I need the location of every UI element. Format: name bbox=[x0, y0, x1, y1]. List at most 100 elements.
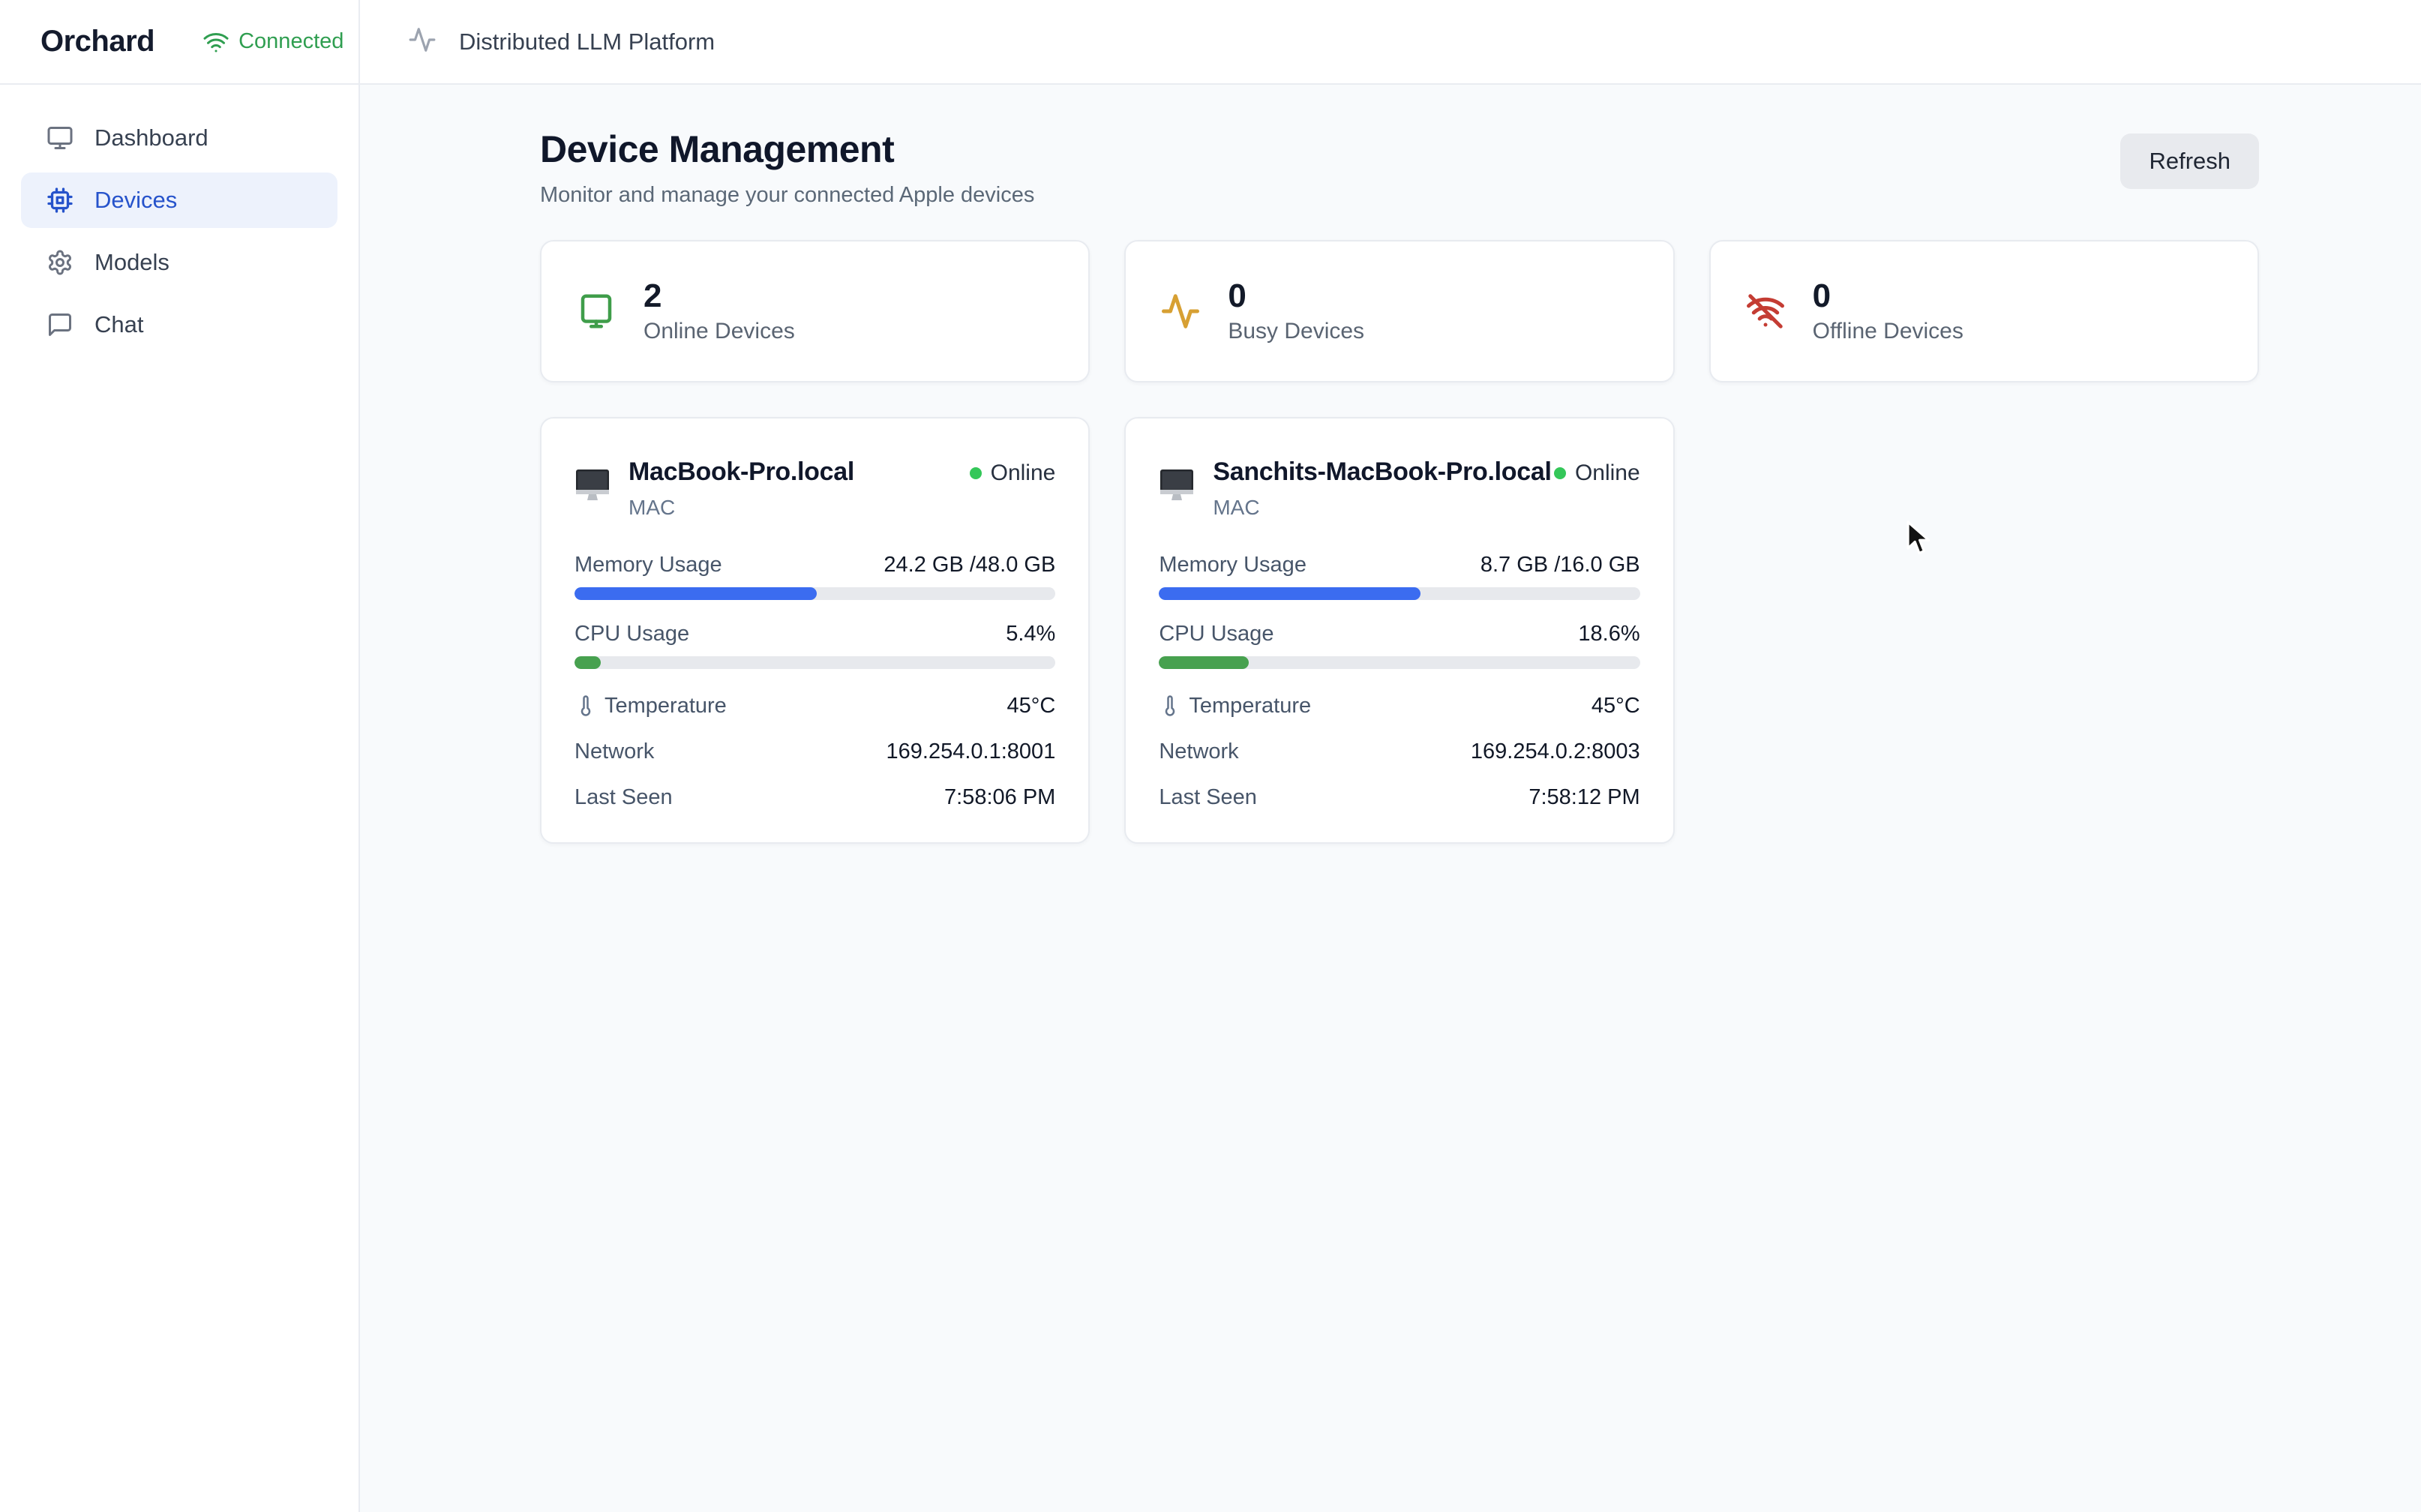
device-stats: Memory Usage 8.7 GB /16.0 GB CPU Usage 1… bbox=[1159, 553, 1640, 812]
imac-device-icon bbox=[1159, 466, 1195, 520]
monitor-icon bbox=[46, 124, 74, 152]
monitor-online-icon bbox=[576, 291, 616, 332]
device-name: MacBook-Pro.local bbox=[628, 458, 854, 487]
device-identity: Sanchits-MacBook-Pro.local MAC bbox=[1159, 458, 1551, 520]
refresh-button[interactable]: Refresh bbox=[2120, 134, 2259, 189]
cpu-usage-label: CPU Usage bbox=[574, 622, 689, 646]
device-type: MAC bbox=[1213, 496, 1551, 520]
summary-text-block: 0 Offline Devices bbox=[1813, 278, 1964, 344]
connection-status-label: Connected bbox=[238, 29, 344, 54]
device-card-header: Sanchits-MacBook-Pro.local MAC Online bbox=[1159, 458, 1640, 520]
page-header: Device Management Monitor and manage you… bbox=[540, 128, 2259, 208]
page-subtitle: Monitor and manage your connected Apple … bbox=[540, 183, 1034, 208]
sidebar: Dashboard Devices Models Chat bbox=[0, 85, 360, 1512]
memory-usage-row: Memory Usage 8.7 GB /16.0 GB bbox=[1159, 553, 1640, 600]
memory-usage-value: 8.7 GB /16.0 GB bbox=[1480, 553, 1640, 578]
cpu-icon bbox=[46, 187, 74, 214]
summary-text-block: 0 Busy Devices bbox=[1228, 278, 1364, 344]
online-devices-label: Online Devices bbox=[644, 319, 795, 344]
sidebar-item-devices[interactable]: Devices bbox=[21, 172, 338, 228]
device-card-sanchits-macbook-pro: Sanchits-MacBook-Pro.local MAC Online Me… bbox=[1124, 417, 1674, 844]
device-cards-row: MacBook-Pro.local MAC Online Memory Usag… bbox=[540, 417, 2259, 844]
connection-status: Connected bbox=[202, 28, 344, 56]
cpu-progress-fill bbox=[574, 656, 601, 669]
page-title: Device Management bbox=[540, 128, 1034, 171]
device-status-badge: Online bbox=[1554, 460, 1640, 486]
sidebar-item-chat[interactable]: Chat bbox=[21, 297, 338, 352]
memory-progress-fill bbox=[574, 587, 817, 600]
busy-devices-count: 0 bbox=[1228, 278, 1364, 314]
temperature-value: 45°C bbox=[1592, 694, 1640, 718]
main-content: Device Management Monitor and manage you… bbox=[362, 85, 2421, 1512]
thermometer-icon bbox=[574, 694, 597, 717]
online-devices-card: 2 Online Devices bbox=[540, 240, 1090, 382]
memory-usage-value: 24.2 GB /48.0 GB bbox=[884, 553, 1055, 578]
sidebar-item-models[interactable]: Models bbox=[21, 235, 338, 290]
network-value: 169.254.0.2:8003 bbox=[1471, 740, 1640, 764]
last-seen-value: 7:58:06 PM bbox=[944, 785, 1055, 810]
network-value: 169.254.0.1:8001 bbox=[886, 740, 1056, 764]
memory-usage-label: Memory Usage bbox=[1159, 553, 1306, 578]
memory-progress-fill bbox=[1159, 587, 1420, 600]
page-title-block: Device Management Monitor and manage you… bbox=[540, 128, 1034, 208]
busy-devices-card: 0 Busy Devices bbox=[1124, 240, 1674, 382]
device-stats: Memory Usage 24.2 GB /48.0 GB CPU Usage … bbox=[574, 553, 1055, 812]
sidebar-item-label: Devices bbox=[94, 187, 177, 214]
sidebar-item-label: Dashboard bbox=[94, 124, 208, 152]
network-label: Network bbox=[1159, 740, 1238, 764]
last-seen-value: 7:58:12 PM bbox=[1528, 785, 1640, 810]
temperature-label: Temperature bbox=[1159, 694, 1311, 718]
network-row: Network 169.254.0.1:8001 bbox=[574, 736, 1055, 766]
cpu-progress-track bbox=[574, 656, 1055, 669]
offline-devices-count: 0 bbox=[1813, 278, 1964, 314]
sidebar-item-label: Models bbox=[94, 249, 170, 276]
cpu-progress-track bbox=[1159, 656, 1640, 669]
platform-title: Distributed LLM Platform bbox=[459, 28, 715, 56]
online-devices-count: 2 bbox=[644, 278, 795, 314]
wifi-icon bbox=[202, 28, 230, 56]
online-status-dot bbox=[970, 467, 982, 479]
temperature-value: 45°C bbox=[1007, 694, 1056, 718]
sidebar-item-dashboard[interactable]: Dashboard bbox=[21, 110, 338, 166]
header-brand-section: Orchard Connected bbox=[0, 0, 360, 83]
temperature-label-text: Temperature bbox=[604, 694, 727, 718]
cpu-progress-fill bbox=[1159, 656, 1248, 669]
cpu-usage-row: CPU Usage 18.6% bbox=[1159, 622, 1640, 669]
last-seen-row: Last Seen 7:58:12 PM bbox=[1159, 782, 1640, 812]
summary-text-block: 2 Online Devices bbox=[644, 278, 795, 344]
temperature-row: Temperature 45°C bbox=[574, 691, 1055, 721]
memory-usage-label: Memory Usage bbox=[574, 553, 722, 578]
cpu-usage-label: CPU Usage bbox=[1159, 622, 1274, 646]
device-card-header: MacBook-Pro.local MAC Online bbox=[574, 458, 1055, 520]
cpu-usage-row: CPU Usage 5.4% bbox=[574, 622, 1055, 669]
imac-device-icon bbox=[574, 466, 610, 520]
chat-bubble-icon bbox=[46, 311, 74, 338]
temperature-label: Temperature bbox=[574, 694, 727, 718]
thermometer-icon bbox=[1159, 694, 1181, 717]
offline-devices-card: 0 Offline Devices bbox=[1709, 240, 2259, 382]
cpu-usage-value: 5.4% bbox=[1006, 622, 1055, 646]
device-name: Sanchits-MacBook-Pro.local bbox=[1213, 458, 1551, 487]
memory-progress-track bbox=[574, 587, 1055, 600]
activity-icon bbox=[408, 26, 436, 58]
online-status-dot bbox=[1554, 467, 1566, 479]
offline-devices-label: Offline Devices bbox=[1813, 319, 1964, 344]
online-status-label: Online bbox=[991, 460, 1056, 486]
memory-progress-track bbox=[1159, 587, 1640, 600]
sidebar-item-label: Chat bbox=[94, 311, 143, 338]
device-card-macbook-pro: MacBook-Pro.local MAC Online Memory Usag… bbox=[540, 417, 1090, 844]
temperature-label-text: Temperature bbox=[1189, 694, 1311, 718]
network-label: Network bbox=[574, 740, 654, 764]
gear-icon bbox=[46, 249, 74, 276]
app-logo: Orchard bbox=[40, 25, 154, 58]
last-seen-label: Last Seen bbox=[1159, 785, 1257, 810]
device-name-block: Sanchits-MacBook-Pro.local MAC bbox=[1213, 458, 1551, 520]
app-header: Orchard Connected Distributed LLM Platfo… bbox=[0, 0, 2421, 85]
device-identity: MacBook-Pro.local MAC bbox=[574, 458, 854, 520]
device-type: MAC bbox=[628, 496, 854, 520]
busy-devices-label: Busy Devices bbox=[1228, 319, 1364, 344]
cpu-usage-value: 18.6% bbox=[1578, 622, 1640, 646]
device-status-badge: Online bbox=[970, 460, 1056, 486]
network-row: Network 169.254.0.2:8003 bbox=[1159, 736, 1640, 766]
temperature-row: Temperature 45°C bbox=[1159, 691, 1640, 721]
